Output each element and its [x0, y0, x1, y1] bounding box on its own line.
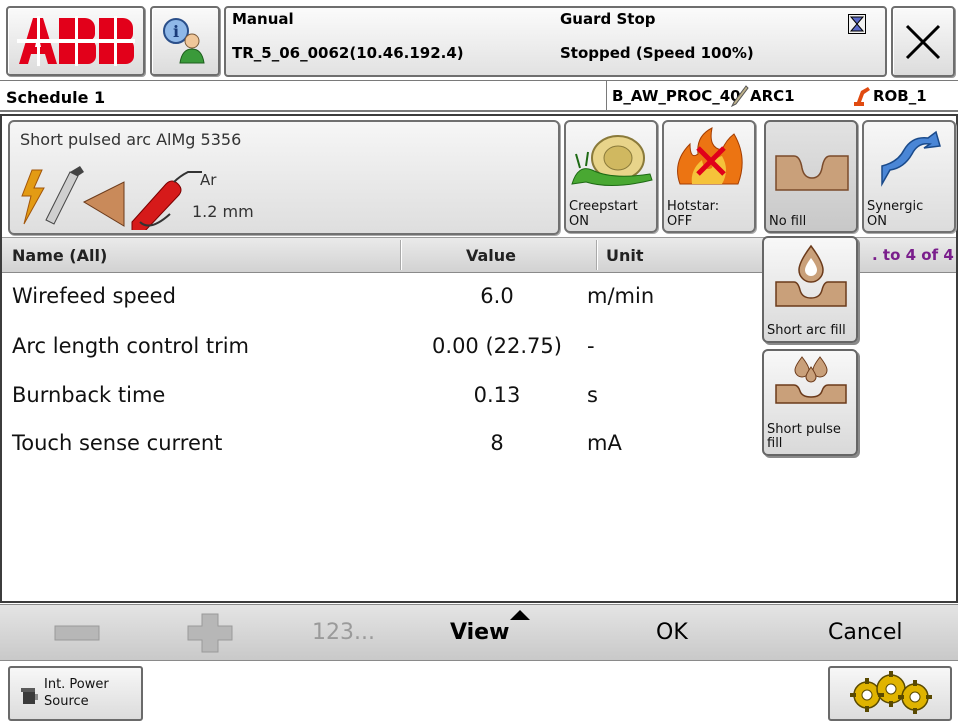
gears-icon — [850, 670, 932, 714]
param-value: 6.0 — [480, 284, 514, 308]
param-name: Wirefeed speed — [12, 284, 176, 308]
column-header-name[interactable]: Name (All) — [12, 246, 107, 265]
power-source-icon — [21, 688, 38, 704]
short-arc-fill-icon — [775, 244, 847, 307]
schedule-title: Schedule 1 — [6, 88, 106, 107]
abb-menu-button[interactable] — [6, 6, 145, 76]
short-pulse-fill-icon — [775, 356, 847, 404]
wire-diameter: 1.2 mm — [192, 202, 254, 221]
column-header-unit[interactable]: Unit — [606, 246, 644, 265]
program-run-status: Stopped (Speed 100%) — [560, 44, 754, 62]
param-unit: mA — [587, 431, 622, 455]
shielding-gas: Ar — [200, 171, 217, 189]
fill-mode-caption: No fill — [769, 214, 807, 229]
param-name: Touch sense current — [12, 431, 223, 455]
status-bar — [0, 660, 958, 724]
fill-mode-button[interactable]: No fill — [764, 120, 858, 233]
weld-groove-icon — [775, 155, 849, 191]
process-title: Short pulsed arc AlMg 5356 — [20, 130, 242, 149]
param-unit: - — [587, 334, 595, 358]
status-panel[interactable]: Manual TR_5_06_0062(10.46.192.4) Guard S… — [224, 6, 887, 77]
param-value: 0.00 (22.75) — [432, 334, 562, 358]
plus-button[interactable] — [187, 613, 233, 653]
ok-button[interactable]: OK — [656, 620, 688, 645]
close-icon — [905, 24, 941, 59]
short-arc-fill-option[interactable]: Short arc fill — [762, 236, 858, 343]
hotstart-button[interactable]: Hotstar: OFF — [662, 120, 756, 233]
context-separator — [606, 81, 607, 111]
weld-process-icon — [21, 166, 202, 230]
process-card[interactable]: Short pulsed arc AlMg 5356 Ar 1.2 mm — [8, 120, 560, 235]
column-separator — [400, 240, 402, 270]
hourglass-icon — [848, 14, 866, 34]
robot-icon — [854, 87, 870, 106]
chevron-up-icon — [510, 610, 530, 620]
param-value: 0.13 — [473, 383, 521, 407]
short-arc-fill-label: Short arc fill — [767, 323, 846, 338]
info-person-icon: i — [163, 18, 205, 64]
power-source-button[interactable]: Int. Power Source — [8, 666, 143, 721]
command-bar: 123... View OK Cancel — [0, 604, 958, 660]
column-separator — [596, 240, 598, 270]
arc-name: ARC1 — [750, 87, 795, 105]
table-row[interactable]: Wirefeed speed 6.0 m/min — [2, 274, 742, 322]
param-name: Burnback time — [12, 383, 166, 407]
abb-logo — [16, 16, 135, 66]
column-header-value[interactable]: Value — [466, 246, 516, 265]
creepstart-caption: Creepstart ON — [569, 199, 638, 229]
numpad-button[interactable]: 123... — [312, 620, 375, 645]
svg-text:i: i — [173, 22, 179, 41]
operating-mode: Manual — [232, 10, 294, 28]
snail-icon — [571, 135, 653, 187]
param-value: 8 — [490, 431, 504, 455]
process-name: B_AW_PROC_40 — [612, 87, 741, 105]
short-pulse-fill-option[interactable]: Short pulse fill — [762, 349, 858, 456]
param-name: Arc length control trim — [12, 334, 249, 358]
controller-state: Guard Stop — [560, 10, 656, 28]
weld-torch-icon — [730, 85, 749, 108]
short-pulse-fill-label: Short pulse fill — [767, 422, 841, 451]
close-button[interactable] — [891, 6, 955, 77]
power-source-label: Int. Power Source — [44, 677, 109, 709]
context-bar: Schedule 1 B_AW_PROC_40 ARC1 ROB_1 — [0, 80, 958, 112]
synergic-caption: Synergic ON — [867, 199, 924, 229]
table-row[interactable]: Touch sense current 8 mA — [2, 421, 742, 469]
table-row[interactable]: Burnback time 0.13 s — [2, 373, 742, 421]
creepstart-button[interactable]: Creepstart ON — [564, 120, 658, 233]
fire-icon — [677, 127, 743, 185]
row-counter: . to 4 of 4 — [872, 246, 954, 264]
param-unit: s — [587, 383, 598, 407]
synergic-button[interactable]: Synergic ON — [862, 120, 956, 233]
view-menu-button[interactable]: View — [450, 620, 509, 645]
synergic-curve-icon — [881, 130, 941, 187]
minus-button[interactable] — [54, 623, 100, 643]
param-unit: m/min — [587, 284, 655, 308]
robot-name: ROB_1 — [873, 87, 927, 105]
event-info-button[interactable]: i — [150, 6, 220, 76]
hotstart-caption: Hotstar: OFF — [667, 199, 720, 229]
quickset-button[interactable] — [828, 666, 952, 721]
controller-name: TR_5_06_0062(10.46.192.4) — [232, 44, 464, 62]
table-row[interactable]: Arc length control trim 0.00 (22.75) - — [2, 324, 742, 372]
cancel-button[interactable]: Cancel — [828, 620, 903, 645]
